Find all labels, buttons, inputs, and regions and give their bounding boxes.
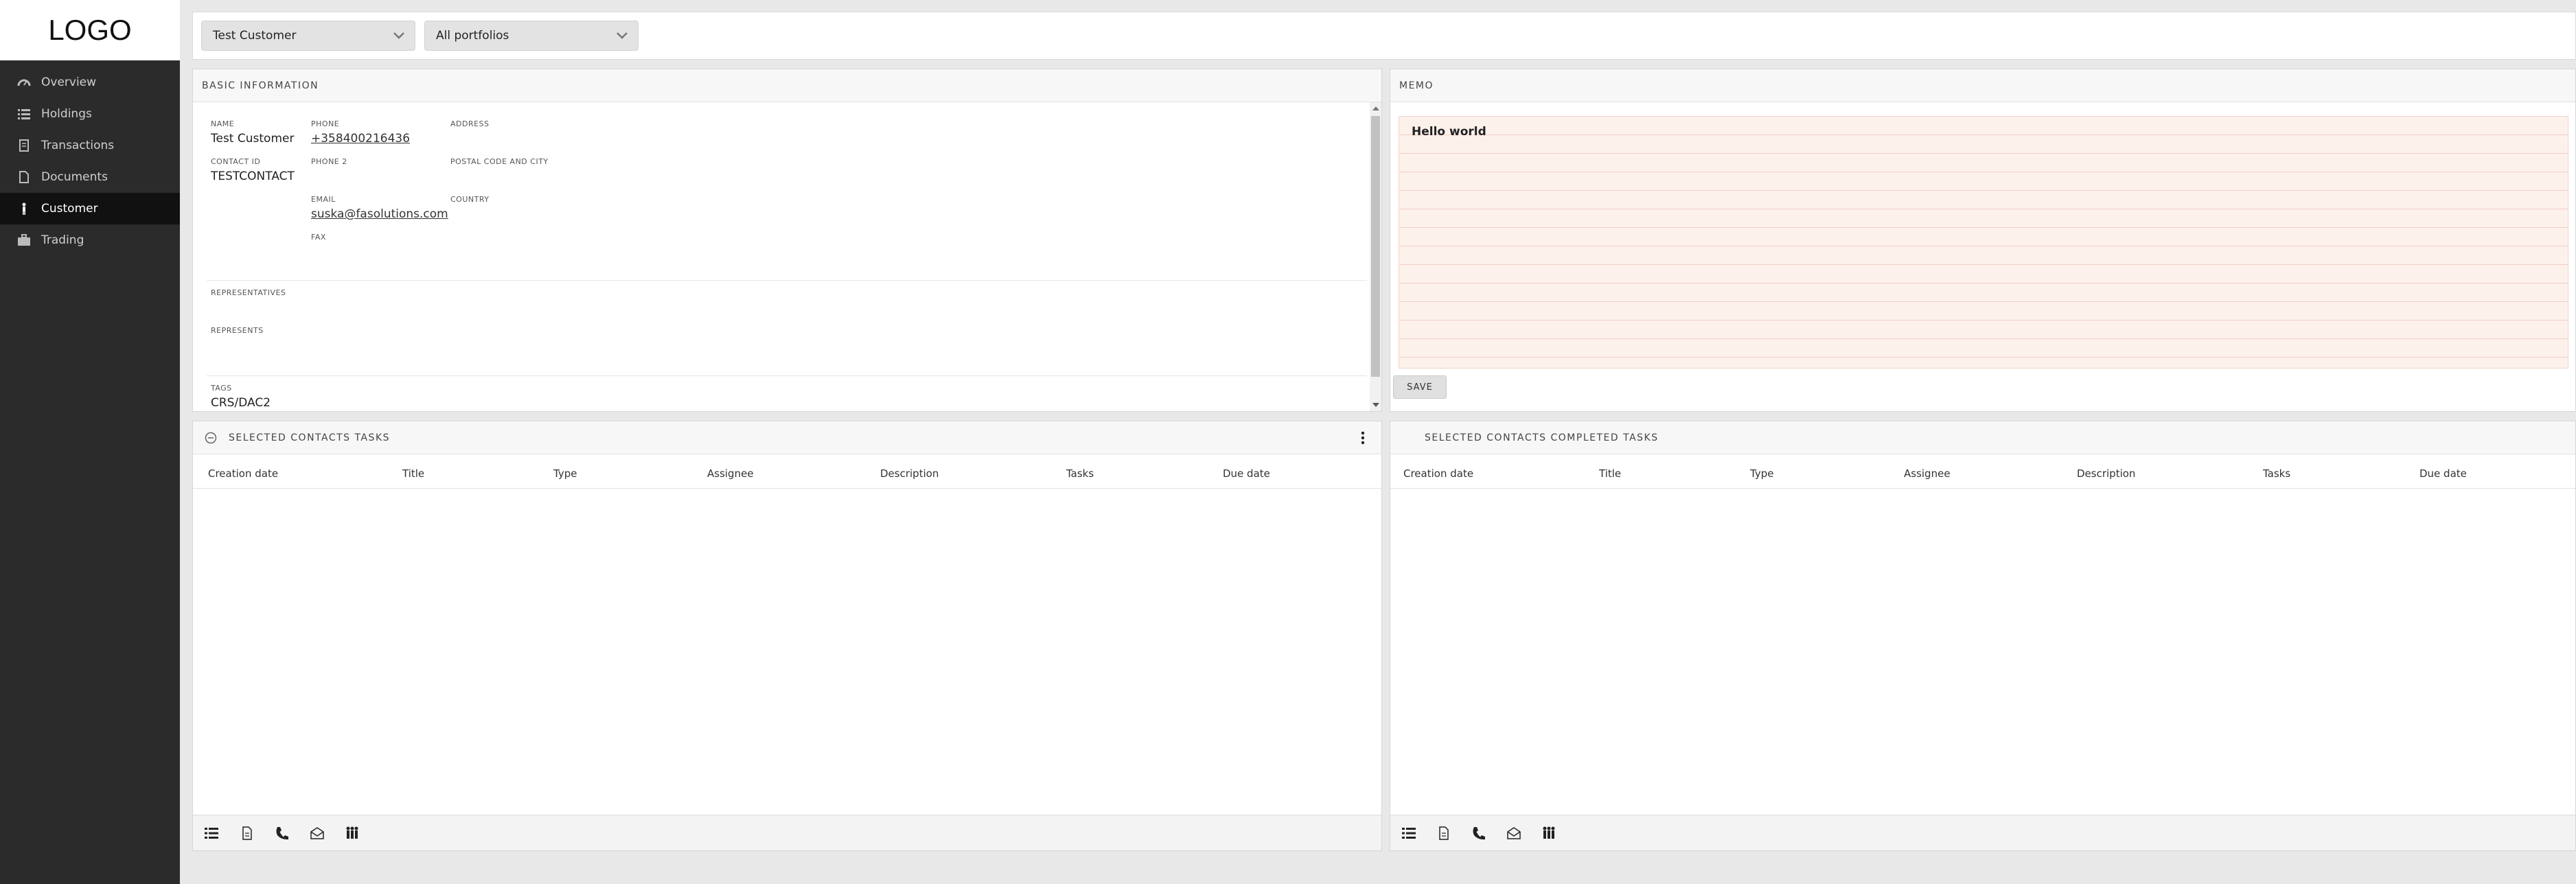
postal-label: POSTAL CODE AND CITY <box>450 157 549 166</box>
save-button[interactable]: SAVE <box>1393 375 1447 399</box>
represents-label: REPRESENTS <box>211 326 264 335</box>
sidebar-item-label: Customer <box>41 202 98 216</box>
name-value: Test Customer <box>211 132 295 146</box>
receipt-icon <box>19 139 29 152</box>
address-label: ADDRESS <box>450 119 490 128</box>
portfolio-select-value: All portfolios <box>436 29 509 43</box>
completed-tasks-header: SELECTED CONTACTS COMPLETED TASKS <box>1390 421 2575 454</box>
scrollbar-thumb[interactable] <box>1371 116 1380 377</box>
top-bar: Test Customer All portfolios <box>192 12 2576 60</box>
document-icon[interactable] <box>240 826 255 841</box>
col-type[interactable]: Type <box>1750 467 1773 480</box>
col-creation-date[interactable]: Creation date <box>208 467 278 480</box>
col-assignee[interactable]: Assignee <box>707 467 754 480</box>
basic-info-panel: BASIC INFORMATION NAME Test Customer CON… <box>192 69 1382 412</box>
sidebar-item-overview[interactable]: Overview <box>0 67 180 98</box>
sidebar-item-customer[interactable]: Customer <box>0 193 180 224</box>
chevron-down-icon <box>617 32 628 39</box>
portfolio-select[interactable]: All portfolios <box>424 21 639 51</box>
briefcase-icon <box>18 234 30 246</box>
tasks-panel: SELECTED CONTACTS TASKS Creation date Ti… <box>192 421 1382 851</box>
email-label: EMAIL <box>311 195 336 204</box>
scroll-up-arrow[interactable] <box>1372 106 1379 110</box>
gauge-icon <box>17 79 31 86</box>
customer-select[interactable]: Test Customer <box>201 21 415 51</box>
col-due-date[interactable]: Due date <box>1223 467 1270 480</box>
phone-link[interactable]: +358400216436 <box>311 132 410 146</box>
sidebar-item-label: Documents <box>41 170 108 184</box>
sidebar-nav: Overview Holdings Transactions Documents <box>0 67 180 256</box>
meeting-icon[interactable] <box>345 826 360 841</box>
col-due-date[interactable]: Due date <box>2419 467 2467 480</box>
basic-info-header: BASIC INFORMATION <box>193 69 1381 102</box>
table-header-divider <box>1390 488 2575 489</box>
phone-icon[interactable] <box>1471 826 1486 841</box>
memo-textarea[interactable]: Hello world <box>1399 116 2568 369</box>
sidebar: LOGO Overview Holdings Transactions Docu… <box>0 0 180 884</box>
col-description[interactable]: Description <box>2077 467 2135 480</box>
more-options-icon[interactable] <box>1361 431 1365 445</box>
col-title[interactable]: Title <box>402 467 424 480</box>
sidebar-item-label: Trading <box>41 233 84 247</box>
chevron-down-icon <box>393 32 404 39</box>
tasks-header: SELECTED CONTACTS TASKS <box>193 421 1381 454</box>
memo-text: Hello world <box>1412 125 1486 139</box>
scrollbar[interactable] <box>1370 102 1381 411</box>
completed-tasks-toolbar <box>1390 815 2575 850</box>
tags-value: CRS/DAC2 <box>211 396 271 410</box>
sidebar-item-trading[interactable]: Trading <box>0 224 180 256</box>
person-icon <box>22 202 26 215</box>
divider <box>207 280 1367 281</box>
list-icon <box>18 109 30 119</box>
table-header-divider <box>193 488 1381 489</box>
col-assignee[interactable]: Assignee <box>1904 467 1951 480</box>
tasks-title: SELECTED CONTACTS TASKS <box>229 432 391 443</box>
contact-id-value: TESTCONTACT <box>211 170 295 183</box>
memo-panel: MEMO Hello world SAVE <box>1390 69 2576 412</box>
divider <box>207 375 1367 376</box>
col-tasks[interactable]: Tasks <box>1066 467 1094 480</box>
sidebar-item-documents[interactable]: Documents <box>0 161 180 193</box>
sidebar-item-holdings[interactable]: Holdings <box>0 98 180 130</box>
collapse-icon[interactable] <box>205 432 217 444</box>
sidebar-item-label: Transactions <box>41 139 115 152</box>
tasks-toolbar <box>193 815 1381 850</box>
col-creation-date[interactable]: Creation date <box>1403 467 1473 480</box>
list-icon[interactable] <box>1401 826 1416 841</box>
envelope-icon[interactable] <box>310 826 325 841</box>
list-icon[interactable] <box>204 826 219 841</box>
completed-tasks-panel: SELECTED CONTACTS COMPLETED TASKS Creati… <box>1390 421 2576 851</box>
document-icon[interactable] <box>1436 826 1451 841</box>
customer-select-value: Test Customer <box>213 29 297 43</box>
representatives-label: REPRESENTATIVES <box>211 288 286 297</box>
col-description[interactable]: Description <box>880 467 939 480</box>
phone-icon[interactable] <box>275 826 290 841</box>
fax-label: FAX <box>311 233 326 242</box>
scroll-down-arrow[interactable] <box>1372 403 1379 407</box>
memo-header: MEMO <box>1390 69 2575 102</box>
sidebar-item-transactions[interactable]: Transactions <box>0 130 180 161</box>
name-label: NAME <box>211 119 235 128</box>
phone2-label: PHONE 2 <box>311 157 347 166</box>
meeting-icon[interactable] <box>1541 826 1556 841</box>
country-label: COUNTRY <box>450 195 490 204</box>
sidebar-item-label: Holdings <box>41 107 92 121</box>
envelope-icon[interactable] <box>1506 826 1521 841</box>
logo[interactable]: LOGO <box>0 0 180 60</box>
completed-tasks-title: SELECTED CONTACTS COMPLETED TASKS <box>1425 432 1659 443</box>
col-title[interactable]: Title <box>1599 467 1621 480</box>
email-link[interactable]: suska@fasolutions.com <box>311 207 448 221</box>
contact-id-label: CONTACT ID <box>211 157 261 166</box>
tags-label: TAGS <box>211 384 232 393</box>
col-tasks[interactable]: Tasks <box>2263 467 2290 480</box>
sidebar-item-label: Overview <box>41 75 97 89</box>
phone-label: PHONE <box>311 119 340 128</box>
col-type[interactable]: Type <box>553 467 577 480</box>
document-icon <box>19 171 29 183</box>
